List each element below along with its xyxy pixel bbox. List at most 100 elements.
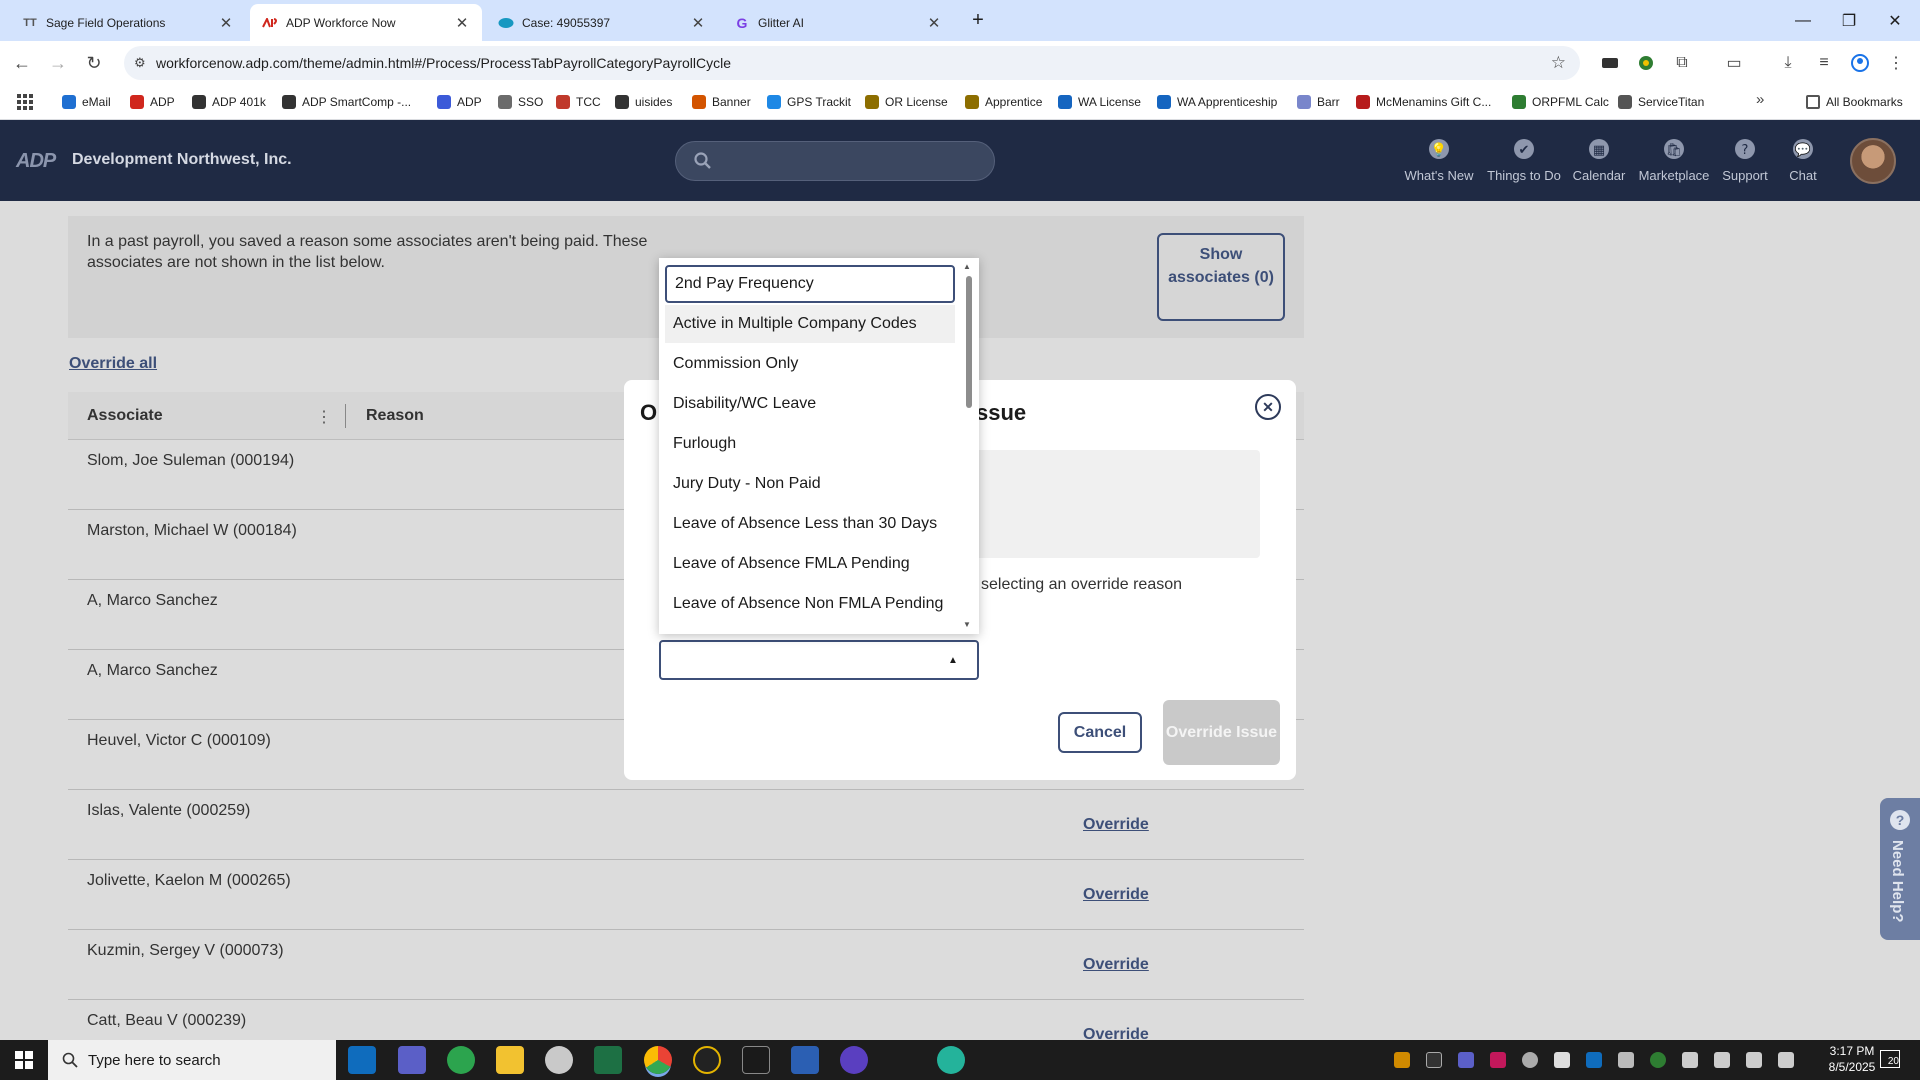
microphone-icon[interactable]	[1778, 1052, 1794, 1068]
bookmark-item[interactable]: ADP	[130, 91, 175, 113]
column-menu-icon[interactable]: ⋮	[316, 407, 332, 427]
minimize-icon[interactable]: —	[1780, 0, 1826, 41]
bookmark-item[interactable]: ADP	[437, 91, 482, 113]
bookmark-item[interactable]: GPS Trackit	[767, 91, 851, 113]
header-nav-item[interactable]: ✔ Things to Do	[1484, 136, 1564, 183]
outlook-app-icon[interactable]	[348, 1046, 376, 1074]
bookmark-item[interactable]: ADP 401k	[192, 91, 266, 113]
listbox-option[interactable]: Active in Multiple Company Codes	[665, 305, 955, 343]
app-icon[interactable]	[840, 1046, 868, 1074]
all-bookmarks-folder[interactable]: All Bookmarks	[1806, 91, 1903, 113]
override-all-link[interactable]: Override all	[69, 355, 157, 373]
global-search-input[interactable]	[675, 141, 995, 181]
profile-icon[interactable]	[1848, 51, 1872, 75]
override-issue-button[interactable]: Override Issue	[1163, 700, 1280, 765]
listbox-option[interactable]: Disability/WC Leave	[665, 385, 955, 423]
tray-app-icon[interactable]	[1618, 1052, 1634, 1068]
forward-icon[interactable]: →	[46, 51, 70, 75]
chrome-app-icon[interactable]	[644, 1046, 672, 1074]
teams-app-icon[interactable]	[398, 1046, 426, 1074]
dialog-close-button[interactable]: ✕	[1255, 394, 1281, 420]
close-icon[interactable]: ✕	[926, 14, 942, 32]
back-icon[interactable]: ←	[10, 51, 34, 75]
show-associates-button[interactable]: Show associates (0)	[1157, 233, 1285, 321]
windows-start-icon[interactable]	[0, 1040, 48, 1080]
listbox-option[interactable]: Leave of Absence Less than 30 Days	[665, 505, 955, 543]
scroll-down-arrow-icon[interactable]: ▼	[963, 620, 971, 629]
apps-grid-icon[interactable]	[16, 93, 34, 111]
word-app-icon[interactable]	[791, 1046, 819, 1074]
acrobat-app-icon[interactable]	[742, 1046, 770, 1074]
override-link[interactable]: Override	[1083, 886, 1149, 904]
cancel-button[interactable]: Cancel	[1058, 712, 1142, 753]
tray-app-icon[interactable]	[1554, 1052, 1570, 1068]
tray-app-icon[interactable]	[1490, 1052, 1506, 1068]
app-icon[interactable]	[693, 1046, 721, 1074]
tray-outlook-icon[interactable]	[1586, 1052, 1602, 1068]
listbox-scrollbar-thumb[interactable]	[966, 276, 972, 408]
bookmark-item[interactable]: uisides	[615, 91, 672, 113]
bookmark-item[interactable]: eMail	[62, 91, 111, 113]
puzzle-extensions-icon[interactable]: ⧉	[1670, 51, 1694, 75]
close-icon[interactable]: ✕	[218, 14, 234, 32]
bookmarks-overflow-icon[interactable]: »	[1756, 91, 1764, 108]
app-icon[interactable]	[545, 1046, 573, 1074]
new-tab-button[interactable]: +	[966, 8, 990, 32]
adp-logo[interactable]: ADP	[16, 150, 56, 173]
bookmark-item[interactable]: McMenamins Gift C...	[1356, 91, 1491, 113]
close-icon[interactable]: ✕	[454, 14, 470, 32]
override-reason-select[interactable]	[659, 640, 979, 680]
bookmark-item[interactable]: SSO	[498, 91, 543, 113]
close-icon[interactable]: ✕	[690, 14, 706, 32]
excel-app-icon[interactable]	[594, 1046, 622, 1074]
listbox-option[interactable]: 2nd Pay Frequency	[665, 265, 955, 303]
header-nav-item[interactable]: 💬 Chat	[1763, 136, 1843, 183]
grammarly-extension-icon[interactable]	[1634, 51, 1658, 75]
chatgpt-app-icon[interactable]	[937, 1046, 965, 1074]
tab-glitter-ai[interactable]: G Glitter AI ✕	[722, 4, 954, 41]
bookmark-item[interactable]: ServiceTitan	[1618, 91, 1704, 113]
bookmark-item[interactable]: Barr	[1297, 91, 1340, 113]
tab-sage-field-operations[interactable]: TT Sage Field Operations ✕	[10, 4, 246, 41]
need-help-tab[interactable]: ? Need Help?	[1880, 798, 1920, 940]
bookmark-item[interactable]: WA Apprenticeship	[1157, 91, 1277, 113]
header-nav-item[interactable]: 💡 What's New	[1399, 136, 1479, 183]
tray-app-icon[interactable]	[1426, 1052, 1442, 1068]
menu-kebab-icon[interactable]: ⋮	[1884, 51, 1908, 75]
tray-app-icon[interactable]	[1522, 1052, 1538, 1068]
volume-icon[interactable]	[1746, 1052, 1762, 1068]
green-app-icon[interactable]	[447, 1046, 475, 1074]
notifications-icon[interactable]: 20	[1880, 1050, 1900, 1068]
column-header-associate[interactable]: Associate	[87, 407, 163, 425]
bookmark-item[interactable]: WA License	[1058, 91, 1141, 113]
listbox-option[interactable]: Jury Duty - Non Paid	[665, 465, 955, 503]
download-icon[interactable]: ⤓	[1776, 51, 1800, 75]
battery-icon[interactable]	[1682, 1052, 1698, 1068]
column-header-reason[interactable]: Reason	[366, 407, 424, 425]
window-close-icon[interactable]: ✕	[1872, 0, 1918, 41]
taskbar-search-input[interactable]: Type here to search	[48, 1040, 336, 1080]
listbox-option[interactable]: Furlough	[665, 425, 955, 463]
override-reason-listbox[interactable]: 2nd Pay Frequency Active in Multiple Comp…	[659, 258, 979, 634]
site-info-icon[interactable]: ⚙	[134, 55, 146, 71]
file-explorer-icon[interactable]	[496, 1046, 524, 1074]
address-bar[interactable]: ⚙ workforcenow.adp.com/theme/admin.html#…	[124, 46, 1580, 80]
scroll-up-arrow-icon[interactable]: ▲	[963, 262, 971, 271]
system-clock[interactable]: 3:17 PM 8/5/2025	[1814, 1043, 1890, 1075]
column-divider[interactable]	[345, 404, 346, 428]
extension-icon[interactable]	[1598, 51, 1622, 75]
tab-case[interactable]: Case: 49055397 ✕	[486, 4, 718, 41]
bookmark-item[interactable]: OR License	[865, 91, 948, 113]
listbox-option[interactable]: Leave of Absence Non FMLA Pending	[665, 585, 955, 623]
header-nav-item[interactable]: 🛍 Marketplace	[1634, 136, 1714, 183]
bookmark-item[interactable]: TCC	[556, 91, 601, 113]
bookmark-star-icon[interactable]: ☆	[1551, 53, 1566, 73]
tab-adp-workforce-now[interactable]: ADP Workforce Now ✕	[250, 4, 482, 41]
listbox-option[interactable]: Commission Only	[665, 345, 955, 383]
network-icon[interactable]	[1714, 1052, 1730, 1068]
header-nav-item[interactable]: ▦ Calendar	[1559, 136, 1639, 183]
listbox-option[interactable]: Leave of Absence FMLA Pending	[665, 545, 955, 583]
tray-app-icon[interactable]	[1394, 1052, 1410, 1068]
restore-icon[interactable]: ❐	[1826, 0, 1872, 41]
tray-teams-icon[interactable]	[1458, 1052, 1474, 1068]
